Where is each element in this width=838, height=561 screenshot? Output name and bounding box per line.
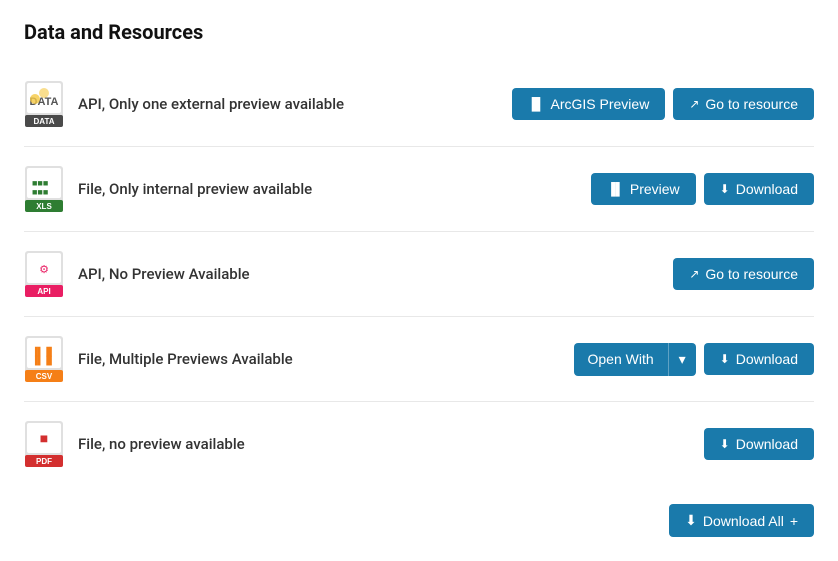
resource-actions: ⬇ Download [704, 428, 814, 460]
open-with-label: Open With [588, 351, 654, 367]
download-icon: ⬇ [685, 512, 697, 529]
download-icon: ⬇ [720, 182, 730, 196]
download-all-section: ⬇ Download All + [24, 486, 814, 541]
download-label: Download [736, 436, 798, 452]
resource-label: File, Only internal preview available [78, 180, 312, 198]
resource-left: ▐▌▐▌ ▐▌▐▌ CSV File, Multiple Previews Av… [24, 335, 293, 383]
svg-text:CSV: CSV [36, 372, 53, 381]
resource-item: DATA DATA API, Only one external preview… [24, 62, 814, 147]
preview-button[interactable]: ▐▌ ArcGIS Preview [512, 88, 666, 120]
open-with-button[interactable]: Open With [574, 343, 668, 376]
external-icon: ↗ [689, 97, 699, 111]
resource-label: API, No Preview Available [78, 265, 250, 283]
open-with-caret-button[interactable]: ▾ [668, 343, 696, 376]
resource-label: API, Only one external preview available [78, 95, 344, 113]
resource-icon-data: DATA DATA [24, 80, 64, 128]
resource-left: ⚙ API API, No Preview Available [24, 250, 250, 298]
resource-actions: ▐▌ ArcGIS Preview ↗ Go to resource [512, 88, 815, 120]
svg-text:PDF: PDF [36, 457, 52, 466]
chart-icon: ▐▌ [528, 97, 545, 111]
svg-text:DATA: DATA [33, 117, 54, 126]
resource-list: DATA DATA API, Only one external preview… [24, 62, 814, 486]
goto-label: Go to resource [705, 96, 798, 112]
caret-down-icon: ▾ [679, 351, 686, 368]
resource-left: ■ PDF File, no preview available [24, 420, 245, 468]
download-button[interactable]: ⬇ Download [704, 428, 814, 460]
preview-label: ArcGIS Preview [551, 96, 650, 112]
resource-item: ▐▌▐▌ ▐▌▐▌ CSV File, Multiple Previews Av… [24, 317, 814, 402]
svg-text:XLS: XLS [36, 202, 52, 211]
resource-icon-api: ⚙ API [24, 250, 64, 298]
svg-text:▐▌▐▌: ▐▌▐▌ [32, 355, 55, 366]
goto-label: Go to resource [705, 266, 798, 282]
resource-actions: ▐▌ Preview ⬇ Download [591, 173, 814, 205]
resource-label: File, Multiple Previews Available [78, 350, 293, 368]
svg-text:API: API [37, 287, 50, 296]
resource-label: File, no preview available [78, 435, 245, 453]
svg-text:■■■: ■■■ [32, 187, 48, 197]
download-button[interactable]: ⬇ Download [704, 343, 814, 375]
goto-resource-button[interactable]: ↗ Go to resource [673, 258, 814, 290]
split-button-group: Open With ▾ [574, 343, 696, 376]
resource-actions: Open With ▾ ⬇ Download [574, 343, 815, 376]
resource-icon-pdf: ■ PDF [24, 420, 64, 468]
external-icon: ↗ [689, 267, 699, 281]
resource-item: ■■■ ■■■ XLS File, Only internal preview … [24, 147, 814, 232]
resource-actions: ↗ Go to resource [673, 258, 814, 290]
svg-text:⚙: ⚙ [39, 264, 49, 276]
page-title: Data and Resources [24, 20, 814, 44]
preview-label: Preview [630, 181, 680, 197]
resource-item: ■ PDF File, no preview available ⬇ Downl… [24, 402, 814, 486]
download-all-plus: + [790, 513, 798, 529]
goto-resource-button[interactable]: ↗ Go to resource [673, 88, 814, 120]
chart-icon: ▐▌ [607, 182, 624, 196]
resource-icon-xls: ■■■ ■■■ XLS [24, 165, 64, 213]
download-icon: ⬇ [720, 352, 730, 366]
download-icon: ⬇ [720, 437, 730, 451]
preview-button[interactable]: ▐▌ Preview [591, 173, 696, 205]
download-label: Download [736, 351, 798, 367]
svg-text:■: ■ [40, 430, 48, 446]
resource-item: ⚙ API API, No Preview Available ↗ Go to … [24, 232, 814, 317]
download-all-label: Download All [703, 513, 784, 529]
resource-left: ■■■ ■■■ XLS File, Only internal preview … [24, 165, 312, 213]
download-button[interactable]: ⬇ Download [704, 173, 814, 205]
download-label: Download [736, 181, 798, 197]
resource-icon-csv: ▐▌▐▌ ▐▌▐▌ CSV [24, 335, 64, 383]
resource-left: DATA DATA API, Only one external preview… [24, 80, 344, 128]
